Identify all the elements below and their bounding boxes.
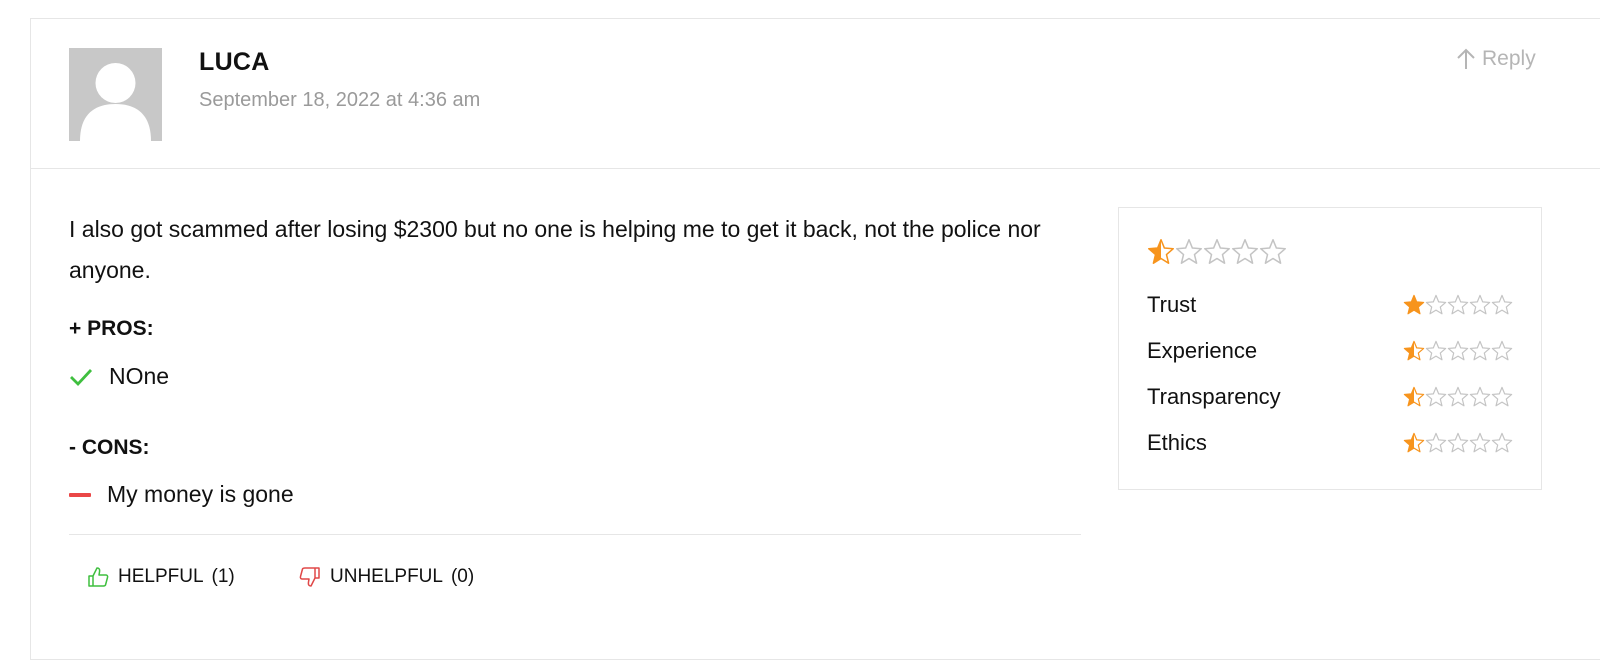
check-icon [70,368,93,386]
star-icon [1469,432,1491,453]
star-icon [1175,238,1203,264]
star-icon [1469,340,1491,361]
pros-item-text: NOne [109,363,170,389]
helpful-count: (1) [211,566,235,587]
arrow-up-icon [1457,48,1475,69]
rating-stars [1403,432,1513,454]
minus-icon [69,492,91,497]
cons-title: - CONS: [69,436,150,459]
thumbs-down-icon [299,567,320,587]
star-icon [1469,386,1491,407]
star-icon [1259,238,1287,264]
star-icon [1447,432,1469,453]
star-icon [1231,238,1259,264]
author-name: LUCA [199,48,270,76]
cons-item: My money is gone [69,481,294,508]
star-icon [1147,238,1175,264]
reply-label: Reply [1482,47,1536,70]
pros-item: NOne [69,363,169,390]
star-icon [1447,294,1469,315]
star-icon [1491,432,1513,453]
divider [69,534,1081,535]
review-header: LUCA September 18, 2022 at 4:36 am Reply [31,19,1600,169]
rating-stars [1403,386,1513,408]
rating-row-transparency: Transparency [1147,384,1513,410]
unhelpful-button[interactable]: UNHELPFUL (0) [299,566,474,588]
rating-row-trust: Trust [1147,292,1513,318]
avatar [69,48,162,141]
star-icon [1403,432,1425,453]
star-icon [1491,386,1513,407]
helpful-label: HELPFUL [118,566,204,587]
rating-stars [1403,340,1513,362]
rating-box: Trust Experience Transparency Ethics [1118,207,1542,490]
helpful-button[interactable]: HELPFUL (1) [87,566,235,588]
rating-label: Trust [1147,292,1197,317]
star-icon [1491,340,1513,361]
rating-row-ethics: Ethics [1147,430,1513,456]
rating-label: Experience [1147,338,1258,363]
rating-label: Ethics [1147,430,1207,455]
star-icon [1447,386,1469,407]
star-icon [1447,340,1469,361]
star-icon [1425,294,1447,315]
thumbs-up-icon [88,567,109,587]
review-card: LUCA September 18, 2022 at 4:36 am Reply… [30,18,1600,660]
overall-rating-stars [1147,238,1287,266]
star-icon [1425,386,1447,407]
star-icon [1403,294,1425,315]
rating-stars [1403,294,1513,316]
cons-item-text: My money is gone [107,481,294,507]
user-placeholder-icon [69,48,162,141]
star-icon [1469,294,1491,315]
pros-title: + PROS: [69,317,154,340]
star-icon [1491,294,1513,315]
star-icon [1425,340,1447,361]
rating-row-experience: Experience [1147,338,1513,364]
reply-button[interactable]: Reply [1456,47,1536,71]
star-icon [1203,238,1231,264]
rating-label: Transparency [1147,384,1281,409]
review-text: I also got scammed after losing $2300 bu… [69,216,1041,283]
star-icon [1403,386,1425,407]
unhelpful-count: (0) [450,566,475,587]
unhelpful-label: UNHELPFUL [330,566,443,587]
star-icon [1403,340,1425,361]
star-icon [1425,432,1447,453]
review-date: September 18, 2022 at 4:36 am [199,89,481,111]
